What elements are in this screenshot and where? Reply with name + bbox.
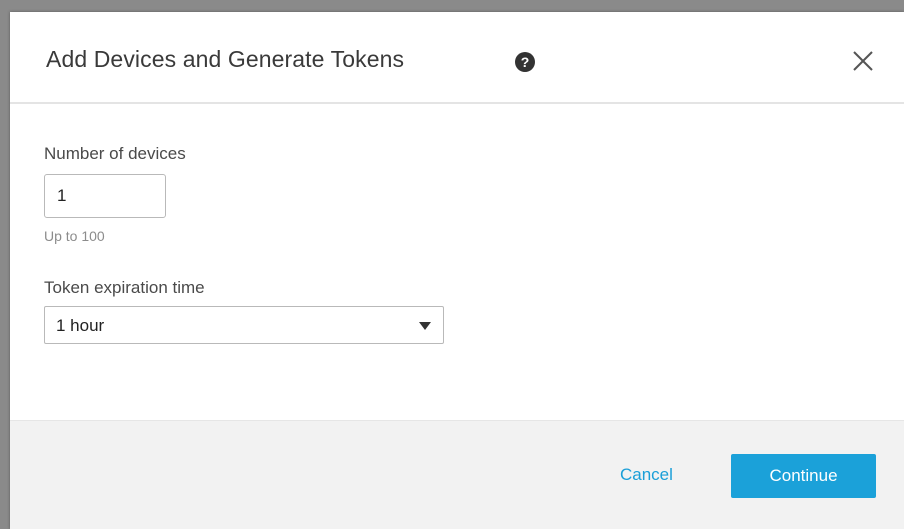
add-devices-dialog: Add Devices and Generate Tokens ? Number… [10, 12, 904, 529]
dialog-header: Add Devices and Generate Tokens ? [10, 12, 904, 104]
caret-down-icon [419, 322, 431, 330]
dialog-footer: Cancel Continue [10, 420, 904, 529]
close-icon[interactable] [848, 46, 878, 76]
number-of-devices-hint: Up to 100 [44, 228, 105, 244]
token-expiration-select[interactable]: 1 hour [44, 306, 444, 344]
token-expiration-value: 1 hour [56, 316, 105, 335]
number-of-devices-label: Number of devices [44, 144, 186, 163]
question-circle-icon[interactable]: ? [515, 52, 535, 72]
continue-button[interactable]: Continue [731, 454, 876, 498]
cancel-button[interactable]: Cancel [620, 465, 673, 485]
number-of-devices-input[interactable] [44, 174, 166, 218]
dialog-body: Number of devices Up to 100 Token expira… [10, 104, 904, 420]
token-expiration-label: Token expiration time [44, 278, 205, 297]
dialog-title: Add Devices and Generate Tokens [46, 46, 405, 72]
